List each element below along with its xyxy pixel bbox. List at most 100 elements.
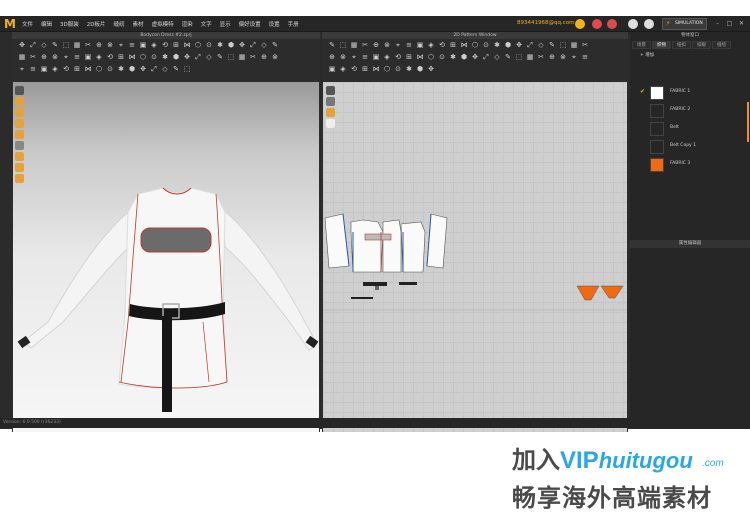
toolbar-tool-icon[interactable]: ⬢ — [504, 41, 512, 49]
menu-item[interactable]: 文字 — [201, 20, 212, 28]
notification-icon[interactable] — [592, 19, 602, 29]
toolbar-tool-icon[interactable]: ≡ — [581, 53, 589, 61]
toolbar-tool-icon[interactable]: ⊞ — [449, 41, 457, 49]
toolbar-tool-icon[interactable]: ⊙ — [438, 53, 446, 61]
fabric-item[interactable]: ✔ FABRIC 1 — [630, 84, 746, 102]
fabric-item[interactable]: FABRIC 3 — [630, 156, 746, 174]
help-icon[interactable] — [628, 19, 638, 29]
toolbar-tool-icon[interactable]: ◈ — [150, 41, 158, 49]
toolbar-tool-icon[interactable]: ⊞ — [172, 41, 180, 49]
toolbar-tool-icon[interactable]: ⊗ — [51, 53, 59, 61]
toolbar-tool-icon[interactable]: ⊙ — [106, 65, 114, 73]
toolbar-tool-icon[interactable]: ⊕ — [260, 53, 268, 61]
toolbar-tool-icon[interactable]: ⬡ — [383, 65, 391, 73]
menu-item[interactable]: 显示 — [220, 20, 231, 28]
toolbar-tool-icon[interactable]: ⌖ — [350, 53, 358, 61]
browser-tab[interactable]: 缝纫 — [712, 41, 731, 49]
toolbar-tool-icon[interactable]: ✱ — [449, 53, 457, 61]
browser-tab[interactable]: 扣眼 — [692, 41, 711, 49]
toolbar-tool-icon[interactable]: ◈ — [383, 53, 391, 61]
toolbar-tool-icon[interactable]: ⊗ — [271, 53, 279, 61]
toolbar-tool-icon[interactable]: ⌖ — [570, 53, 578, 61]
toolbar-tool-icon[interactable]: ⬡ — [95, 65, 103, 73]
toolbar-tool-icon[interactable]: ◇ — [161, 65, 169, 73]
browser-tab[interactable]: 织物 — [652, 41, 671, 49]
toolbar-tool-icon[interactable]: ⊞ — [117, 53, 125, 61]
toolbar-tool-icon[interactable]: ▦ — [238, 53, 246, 61]
toolbar-tool-icon[interactable]: ⤢ — [482, 53, 490, 61]
toolbar-tool-icon[interactable]: ⬚ — [559, 41, 567, 49]
toolbar-tool-icon[interactable]: ✎ — [172, 65, 180, 73]
toolbar-tool-icon[interactable]: ⌖ — [117, 41, 125, 49]
fabric-list-scrollbar[interactable] — [747, 102, 749, 142]
toolbar-tool-icon[interactable]: ◈ — [339, 65, 347, 73]
toolbar-tool-icon[interactable]: ✱ — [216, 41, 224, 49]
toolbar-tool-icon[interactable]: ◇ — [205, 53, 213, 61]
menu-item[interactable]: 3D服装 — [60, 20, 79, 28]
toolbar-tool-icon[interactable]: ✎ — [216, 53, 224, 61]
toolbar-tool-icon[interactable]: ⊗ — [383, 41, 391, 49]
viewport-2d[interactable] — [323, 82, 627, 432]
toolbar-tool-icon[interactable]: ⋈ — [128, 53, 136, 61]
toolbar-tool-icon[interactable]: ⊗ — [559, 53, 567, 61]
toolbar-tool-icon[interactable]: ⬚ — [339, 41, 347, 49]
account-id[interactable]: 893441968@qq.com — [517, 20, 574, 26]
toolbar-tool-icon[interactable]: ✎ — [51, 41, 59, 49]
toolbar-tool-icon[interactable]: ⬚ — [62, 41, 70, 49]
cloud-icon[interactable] — [575, 19, 585, 29]
toolbar-tool-icon[interactable]: ⟲ — [394, 53, 402, 61]
toolbar-tool-icon[interactable]: ◇ — [260, 41, 268, 49]
toolbar-tool-icon[interactable]: ▣ — [139, 41, 147, 49]
fabric-item[interactable]: Belt — [630, 120, 746, 138]
toolbar-tool-icon[interactable]: ✂ — [361, 41, 369, 49]
toolbar-tool-icon[interactable]: ▣ — [328, 65, 336, 73]
toolbar-tool-icon[interactable]: ✎ — [504, 53, 512, 61]
toolbar-tool-icon[interactable]: ⋈ — [416, 53, 424, 61]
add-fabric-button[interactable]: + 增加 — [640, 52, 654, 58]
toolbar-tool-icon[interactable]: ⊕ — [95, 41, 103, 49]
toolbar-tool-icon[interactable]: ⊗ — [106, 41, 114, 49]
toolbar-tool-icon[interactable]: ◈ — [51, 65, 59, 73]
fabric-swatch[interactable] — [650, 140, 664, 154]
toolbar-tool-icon[interactable]: ≡ — [29, 65, 37, 73]
toolbar-tool-icon[interactable]: ▣ — [416, 41, 424, 49]
browser-tab[interactable]: 纽扣 — [672, 41, 691, 49]
toolbar-tool-icon[interactable]: ▦ — [526, 53, 534, 61]
toolbar-tool-icon[interactable]: ⊕ — [328, 53, 336, 61]
toolbar-tool-icon[interactable]: ⌖ — [18, 65, 26, 73]
toolbar-tool-icon[interactable]: ⊗ — [339, 53, 347, 61]
toolbar-tool-icon[interactable]: ⬢ — [227, 41, 235, 49]
toolbar-tool-icon[interactable]: ⤢ — [150, 65, 158, 73]
toolbar-tool-icon[interactable]: ≡ — [361, 53, 369, 61]
menu-item[interactable]: 虚拟模特 — [152, 20, 174, 28]
toolbar-tool-icon[interactable]: ≡ — [405, 41, 413, 49]
toolbar-tool-icon[interactable]: ⊕ — [548, 53, 556, 61]
toolbar-tool-icon[interactable]: ▦ — [73, 41, 81, 49]
toolbar-tool-icon[interactable]: ✂ — [537, 53, 545, 61]
toolbar-tool-icon[interactable]: ✱ — [405, 65, 413, 73]
fabric-swatch[interactable] — [650, 158, 664, 172]
toolbar-tool-icon[interactable]: ⊙ — [150, 53, 158, 61]
simulation-button[interactable]: ⚡ SIMULATION — [662, 18, 707, 30]
toolbar-tool-icon[interactable]: ✂ — [581, 41, 589, 49]
toolbar-tool-icon[interactable]: ≡ — [128, 41, 136, 49]
toolbar-tool-icon[interactable]: ⤢ — [194, 53, 202, 61]
maximize-icon[interactable]: □ — [726, 20, 733, 27]
toolbar-tool-icon[interactable]: ⌖ — [394, 41, 402, 49]
toolbar-tool-icon[interactable]: ▦ — [570, 41, 578, 49]
toolbar-tool-icon[interactable]: ⋈ — [183, 41, 191, 49]
toolbar-tool-icon[interactable]: ◇ — [537, 41, 545, 49]
menu-item[interactable]: 文件 — [22, 20, 33, 28]
toolbar-tool-icon[interactable]: ◈ — [95, 53, 103, 61]
toolbar-tool-icon[interactable]: ⬚ — [515, 53, 523, 61]
toolbar-tool-icon[interactable]: ▦ — [350, 41, 358, 49]
menu-item[interactable]: 2D板片 — [87, 20, 106, 28]
toolbar-tool-icon[interactable]: ⬢ — [128, 65, 136, 73]
toolbar-tool-icon[interactable]: ≡ — [73, 53, 81, 61]
fabric-item[interactable]: FABRIC 2 — [630, 102, 746, 120]
toolbar-tool-icon[interactable]: ✥ — [471, 53, 479, 61]
toolbar-tool-icon[interactable]: ✱ — [161, 53, 169, 61]
fabric-item[interactable]: Belt Copy 1 — [630, 138, 746, 156]
toolbar-tool-icon[interactable]: ⋈ — [460, 41, 468, 49]
toolbar-tool-icon[interactable]: ⌖ — [62, 53, 70, 61]
